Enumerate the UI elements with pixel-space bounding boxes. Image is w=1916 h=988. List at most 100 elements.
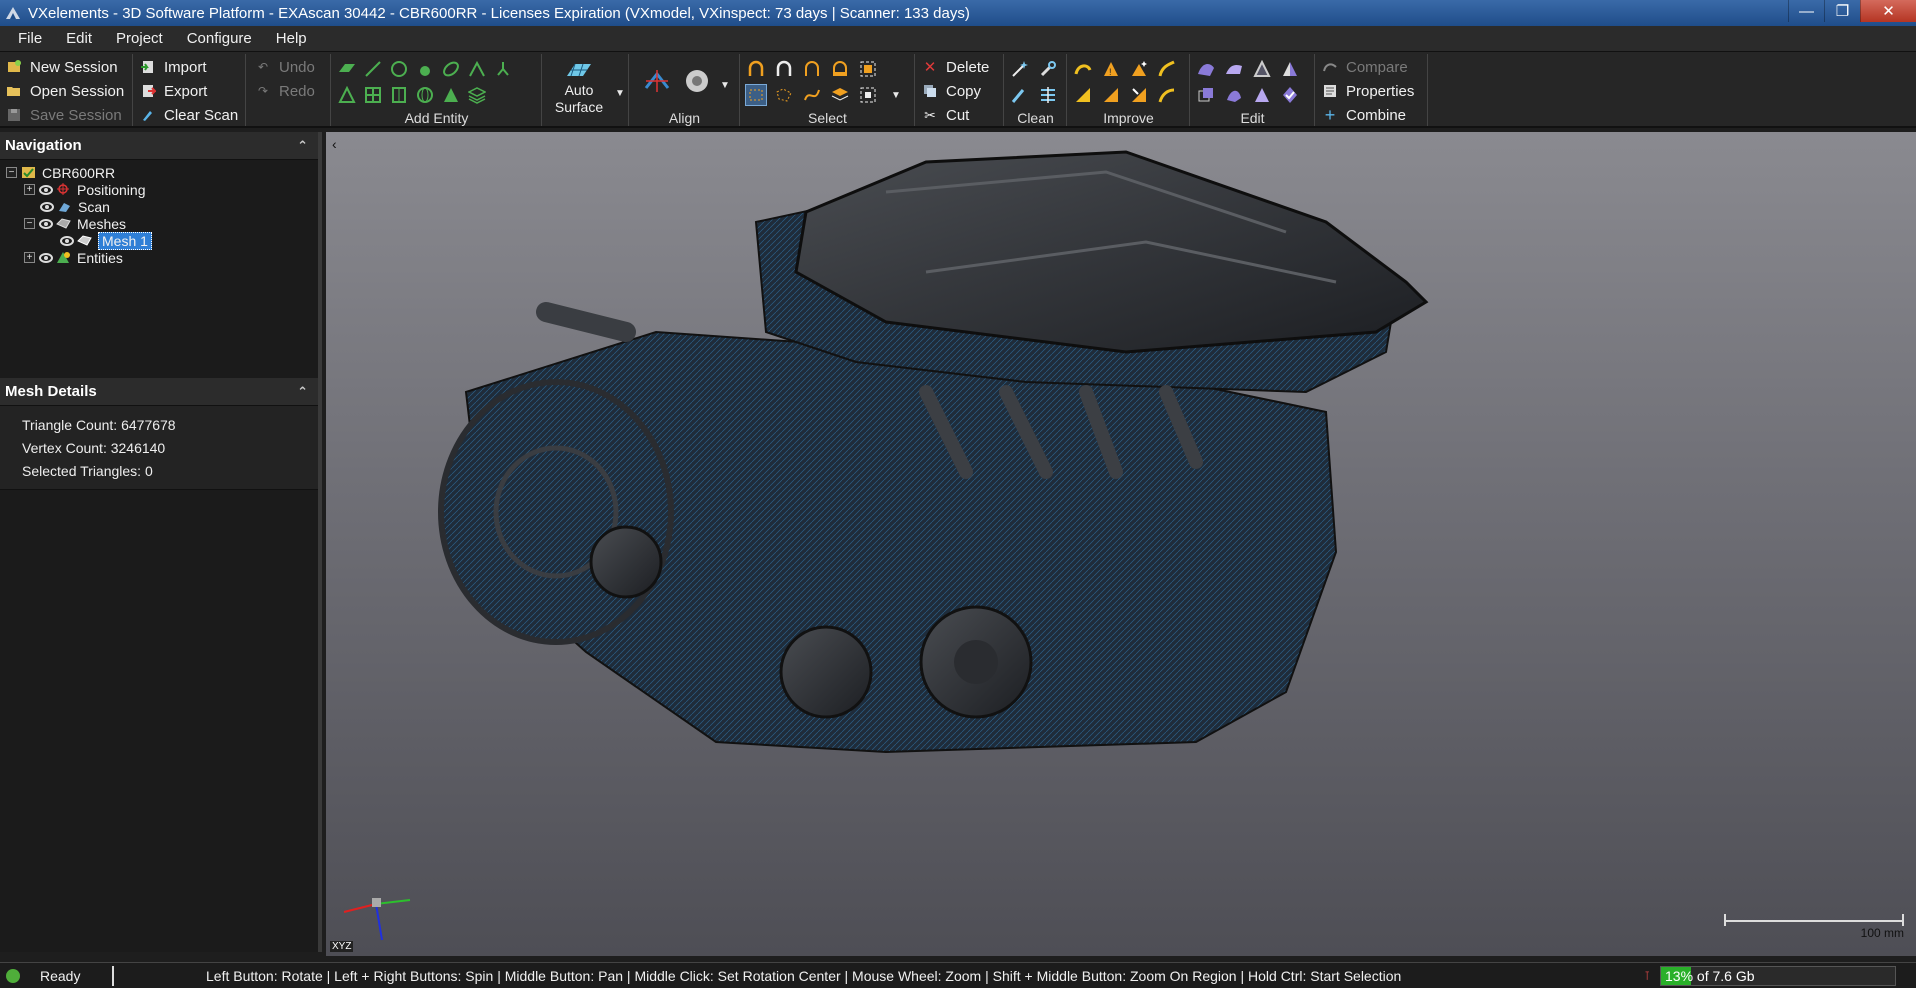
add-layers-tool[interactable] xyxy=(466,84,488,106)
tree-node-scan[interactable]: Scan xyxy=(40,198,110,215)
add-grid-tool[interactable] xyxy=(362,84,384,106)
export-button[interactable]: Export xyxy=(140,80,207,102)
clear-scan-button[interactable]: Clear Scan xyxy=(140,104,238,126)
best-fit-align-button[interactable] xyxy=(682,66,712,96)
tree-node-positioning[interactable]: + Positioning xyxy=(24,181,146,198)
compare-label: Compare xyxy=(1346,58,1408,76)
collapse-node-icon[interactable]: − xyxy=(24,218,35,229)
select-all-tool[interactable] xyxy=(745,58,767,80)
menu-project[interactable]: Project xyxy=(104,30,175,47)
import-button[interactable]: Import xyxy=(140,56,207,78)
edit-tool-5[interactable] xyxy=(1195,84,1217,106)
tree-node-entities[interactable]: + Entities xyxy=(24,249,123,266)
add-cylinder-tool[interactable] xyxy=(388,84,410,106)
select-visible-tool[interactable] xyxy=(773,58,795,80)
auto-surface-dropdown[interactable]: ▼ xyxy=(609,82,631,104)
tree-node-mesh-1[interactable]: Mesh 1 xyxy=(60,231,152,250)
select-dropdown[interactable]: ▼ xyxy=(885,84,907,106)
tree-node-meshes[interactable]: − Meshes xyxy=(24,215,126,232)
align-button[interactable] xyxy=(642,66,672,96)
add-circle-tool[interactable] xyxy=(388,58,410,80)
compare-button[interactable]: Compare xyxy=(1322,56,1408,78)
eye-icon[interactable] xyxy=(39,252,53,263)
edit-tool-8[interactable] xyxy=(1279,84,1301,106)
edit-tool-7[interactable] xyxy=(1251,84,1273,106)
tree-node-root[interactable]: − CBR600RR xyxy=(6,164,115,181)
save-session-button[interactable]: Save Session xyxy=(6,104,122,126)
add-globe-tool[interactable] xyxy=(414,84,436,106)
combine-button[interactable]: + Combine xyxy=(1322,104,1406,126)
left-panel: Navigation ⌃ − CBR600RR + Positioning Sc… xyxy=(0,132,322,952)
menu-view[interactable]: Configure xyxy=(175,30,264,47)
edit-tool-1[interactable] xyxy=(1195,58,1217,80)
eye-icon[interactable] xyxy=(39,184,53,195)
scale-bar: 100 mm xyxy=(1724,914,1904,940)
clean-filter-tool[interactable] xyxy=(1037,84,1059,106)
improve-tool-2[interactable]: ! xyxy=(1100,58,1122,80)
redo-button[interactable]: ↷ Redo xyxy=(255,80,315,102)
open-session-button[interactable]: Open Session xyxy=(6,80,124,102)
invert-select-tool[interactable] xyxy=(857,84,879,106)
select-surface-tool[interactable] xyxy=(829,58,851,80)
improve-tool-4[interactable] xyxy=(1156,58,1178,80)
status-ok-icon xyxy=(6,968,20,983)
clean-wand-tool[interactable] xyxy=(1009,58,1031,80)
mesh-details-title: Mesh Details xyxy=(5,383,97,400)
cut-button[interactable]: ✂ Cut xyxy=(922,104,969,126)
align-dropdown[interactable]: ▼ xyxy=(714,74,736,96)
expand-node-icon[interactable]: + xyxy=(24,184,35,195)
clean-brush-tool[interactable] xyxy=(1009,84,1031,106)
auto-surface-label: Auto Surface xyxy=(554,82,604,115)
add-line-tool[interactable] xyxy=(362,58,384,80)
add-cone-tool[interactable] xyxy=(336,84,358,106)
edit-tool-4[interactable] xyxy=(1279,58,1301,80)
rectangle-select-tool[interactable] xyxy=(745,84,767,106)
collapse-up-icon[interactable]: ⌃ xyxy=(297,384,308,400)
add-polyline-tool[interactable] xyxy=(466,58,488,80)
improve-tool-5[interactable] xyxy=(1072,84,1094,106)
eye-icon[interactable] xyxy=(60,235,74,246)
freehand-select-tool[interactable] xyxy=(801,84,823,106)
undo-button[interactable]: ↶ Undo xyxy=(255,56,315,78)
improve-tool-6[interactable] xyxy=(1100,84,1122,106)
eye-icon[interactable] xyxy=(39,218,53,229)
add-pyramid-tool[interactable] xyxy=(440,84,462,106)
delete-button[interactable]: ✕ Delete xyxy=(922,56,990,78)
menu-edit[interactable]: Edit xyxy=(54,30,104,47)
add-plane-tool[interactable] xyxy=(336,58,358,80)
edit-tool-3[interactable] xyxy=(1251,58,1273,80)
navigation-tree: − CBR600RR + Positioning Scan − Meshes M… xyxy=(0,160,318,378)
improve-tool-7[interactable] xyxy=(1128,84,1150,106)
improve-tool-3[interactable] xyxy=(1128,58,1150,80)
menu-file[interactable]: File xyxy=(6,30,54,47)
add-point-tool[interactable] xyxy=(492,58,514,80)
close-button[interactable]: ✕ xyxy=(1860,0,1916,22)
select-through-tool[interactable] xyxy=(801,58,823,80)
expand-node-icon[interactable]: + xyxy=(24,252,35,263)
collapse-node-icon[interactable]: − xyxy=(6,167,17,178)
select-grid-tool[interactable] xyxy=(857,58,879,80)
decimate-icon xyxy=(1104,88,1118,102)
clean-wrench-tool[interactable] xyxy=(1037,58,1059,80)
improve-tool-1[interactable] xyxy=(1072,58,1094,80)
navigation-header[interactable]: Navigation ⌃ xyxy=(0,132,318,160)
edit-tool-6[interactable] xyxy=(1223,84,1245,106)
3d-viewport[interactable]: ‹ XYZ 100 mm xyxy=(326,132,1916,956)
add-ellipse-tool[interactable] xyxy=(440,58,462,80)
add-sphere-tool[interactable] xyxy=(414,58,436,80)
new-session-button[interactable]: New Session xyxy=(6,56,118,78)
polygon-select-tool[interactable] xyxy=(773,84,795,106)
properties-button[interactable]: Properties xyxy=(1322,80,1414,102)
collapse-up-icon[interactable]: ⌃ xyxy=(297,138,308,154)
edit-tool-2[interactable] xyxy=(1223,58,1245,80)
mesh-details-header[interactable]: Mesh Details ⌃ xyxy=(0,378,318,406)
minimize-button[interactable]: — xyxy=(1788,0,1824,22)
menu-configure[interactable]: Help xyxy=(264,30,319,47)
eye-icon[interactable] xyxy=(40,201,54,212)
auto-surface-button[interactable]: Auto Surface xyxy=(549,58,609,116)
copy-button[interactable]: Copy xyxy=(922,80,981,102)
improve-tool-8[interactable] xyxy=(1156,84,1178,106)
axis-label: XYZ xyxy=(330,941,354,952)
layer-select-tool[interactable] xyxy=(829,84,851,106)
maximize-button[interactable]: ❐ xyxy=(1824,0,1860,22)
